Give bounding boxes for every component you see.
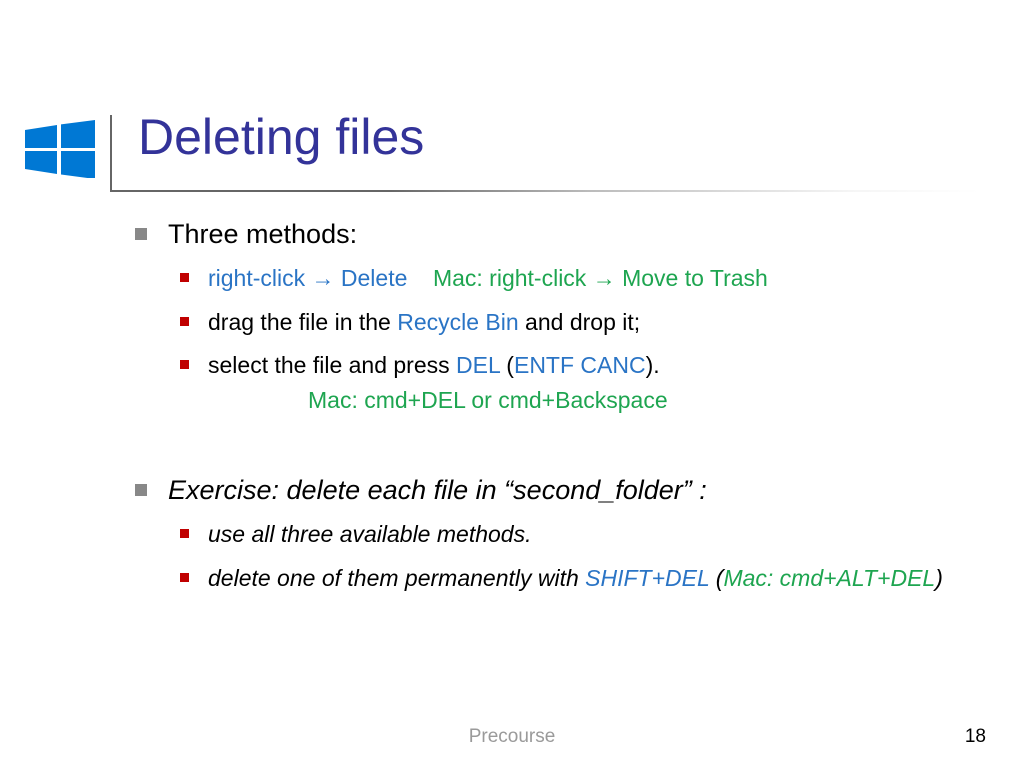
txt-mac-prefix: Mac: right-click (433, 265, 593, 291)
arrow-icon: → (312, 265, 335, 291)
txt-select-a: select the file and press (208, 352, 456, 378)
bullet-methods: Three methods: right-click → Delete Mac:… (130, 216, 950, 464)
slide-title: Deleting files (138, 110, 968, 165)
txt-ex2-a: delete one of them permanently with (208, 565, 585, 591)
txt-entf-canc: ENTF CANC (514, 352, 646, 378)
bullet-exercise-label: Exercise: delete each file in “second_fo… (168, 475, 707, 505)
page-number: 18 (965, 726, 986, 748)
title-row: Deleting files (138, 110, 968, 165)
title-rule-vertical (110, 115, 112, 192)
txt-drag-c: and drop it; (519, 309, 640, 335)
slide-body: Three methods: right-click → Delete Mac:… (130, 216, 950, 605)
method-drag: drag the file in the Recycle Bin and dro… (178, 306, 950, 339)
method-del-key: select the file and press DEL (ENTF CANC… (178, 349, 950, 418)
txt-mac-cmd-alt-del: Mac: cmd+ALT+DEL (723, 565, 935, 591)
txt-ex1: use all three available methods. (208, 521, 531, 547)
slide: Deleting files Three methods: right-clic… (0, 0, 1024, 768)
txt-del: DEL (456, 352, 500, 378)
exercise-sub-permanent: delete one of them permanently with SHIF… (178, 562, 950, 595)
txt-recycle-bin: Recycle Bin (397, 309, 518, 335)
txt-ex2-rp: ) (935, 565, 943, 591)
txt-rp: ). (646, 352, 660, 378)
title-rule-horizontal (110, 190, 980, 192)
txt-lp: ( (500, 352, 514, 378)
method-right-click: right-click → Delete Mac: right-click → … (178, 262, 950, 295)
spacer (168, 428, 950, 464)
txt-drag-a: drag the file in the (208, 309, 397, 335)
txt-shift-del: SHIFT+DEL (585, 565, 709, 591)
arrow-icon: → (593, 265, 616, 291)
exercise-sub-all-methods: use all three available methods. (178, 518, 950, 551)
txt-move-to-trash: Move to Trash (616, 265, 768, 291)
gap (407, 265, 433, 291)
txt-right-click: right-click (208, 265, 312, 291)
txt-delete: Delete (335, 265, 408, 291)
txt-mac-cmd-del: Mac: cmd+DEL or cmd+Backspace (308, 384, 950, 417)
bullet-methods-label: Three methods: (168, 219, 357, 249)
txt-ex2-lp: ( (709, 565, 723, 591)
bullet-exercise: Exercise: delete each file in “second_fo… (130, 472, 950, 595)
footer-label: Precourse (0, 726, 1024, 748)
windows-logo-icon (25, 120, 95, 178)
